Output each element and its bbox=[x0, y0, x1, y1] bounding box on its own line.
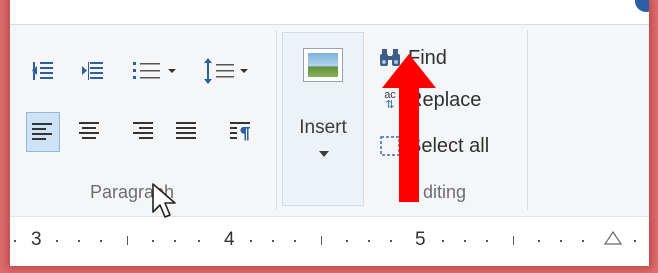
align-center-button[interactable] bbox=[76, 116, 102, 146]
ruler-mark: 4 bbox=[224, 229, 235, 250]
align-right-button[interactable] bbox=[130, 116, 156, 146]
increase-indent-icon bbox=[82, 62, 103, 80]
red-arrow-annotation bbox=[382, 54, 436, 202]
paragraph-settings-button[interactable] bbox=[228, 116, 254, 146]
right-indent-marker-icon[interactable] bbox=[604, 231, 622, 247]
bullet-list-icon bbox=[133, 62, 160, 79]
insert-label: Insert bbox=[299, 117, 347, 138]
mouse-cursor-icon bbox=[152, 183, 176, 218]
chevron-down-icon bbox=[319, 151, 329, 157]
increase-indent-button[interactable] bbox=[80, 58, 106, 84]
justify-icon bbox=[176, 122, 196, 139]
align-right-icon bbox=[133, 122, 153, 139]
align-left-button[interactable] bbox=[26, 112, 60, 152]
ribbon-tab-strip bbox=[10, 0, 649, 25]
group-divider bbox=[276, 30, 277, 210]
align-left-icon bbox=[32, 123, 52, 140]
decrease-indent-icon bbox=[32, 62, 53, 80]
start-list-button[interactable] bbox=[126, 58, 184, 84]
ribbon-window: Paragraph Insert Find ac ⇅ Replace Selec… bbox=[10, 0, 649, 266]
decrease-indent-button[interactable] bbox=[30, 58, 56, 84]
chevron-down-icon[interactable] bbox=[239, 67, 249, 75]
insert-picture-button[interactable]: Insert bbox=[282, 32, 364, 206]
line-spacing-icon bbox=[204, 58, 234, 84]
line-spacing-button[interactable] bbox=[198, 56, 254, 86]
ruler-mark: 3 bbox=[31, 229, 42, 250]
ruler-mark: 5 bbox=[415, 229, 426, 250]
picture-icon bbox=[303, 48, 343, 82]
horizontal-ruler[interactable]: 3 4 5 bbox=[10, 216, 649, 266]
chevron-down-icon[interactable] bbox=[167, 67, 177, 75]
paragraph-mark-icon bbox=[230, 122, 250, 141]
align-center-icon bbox=[79, 122, 99, 139]
justify-button[interactable] bbox=[174, 116, 200, 146]
help-icon[interactable] bbox=[635, 0, 649, 12]
group-divider bbox=[527, 30, 528, 210]
